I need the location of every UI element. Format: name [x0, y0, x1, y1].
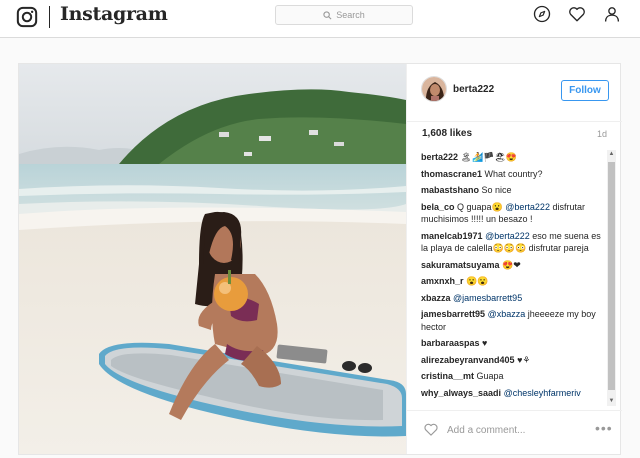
comment-text: 😍❤	[499, 259, 521, 270]
comment-mention-link[interactable]: @berta222	[485, 231, 530, 241]
comment-text: 🏝🏄🏴🏖😍	[458, 152, 518, 162]
comment-item: manelcab1971 @berta222 eso me suena es l…	[421, 230, 603, 255]
top-navigation-bar: Instagram Search	[0, 0, 640, 38]
search-icon	[323, 10, 332, 19]
profile-icon[interactable]	[603, 5, 621, 23]
more-options-icon[interactable]: •••	[595, 421, 615, 437]
post-photo[interactable]	[19, 64, 406, 454]
comment-item: jamesbarrett95 @xbazza jheeeeze my boy h…	[421, 308, 603, 333]
post-header: berta222 Follow	[407, 64, 622, 122]
post-age[interactable]: 1d	[597, 129, 607, 139]
comment-item: sakuramatsuyama 😍❤	[421, 259, 603, 272]
comment-mention-link[interactable]: @jamesbarrett95	[453, 293, 522, 303]
comment-username[interactable]: sakuramatsuyama	[421, 260, 500, 270]
avatar[interactable]	[421, 76, 447, 102]
search-box[interactable]: Search	[275, 5, 413, 25]
comment-text: 😮😮	[463, 276, 489, 286]
comment-username[interactable]: alirezabeyranvand405	[421, 355, 515, 365]
comment-username[interactable]: why_always_saadi	[421, 388, 501, 398]
comment-item: alirezabeyranvand405 ♥⚘	[421, 354, 603, 367]
comment-username[interactable]: manelcab1971	[421, 231, 483, 241]
comment-text: What country?	[482, 168, 543, 179]
comment-username[interactable]: bela_co	[421, 202, 455, 212]
comment-mention-link[interactable]: @chesleyhfarmeriv	[504, 388, 581, 398]
add-comment-input[interactable]	[447, 421, 587, 439]
comment-username[interactable]: thomascrane1	[421, 169, 482, 179]
like-heart-icon[interactable]	[423, 422, 439, 437]
comment-text: ♥	[479, 338, 488, 348]
post-author-username[interactable]: berta222	[453, 84, 494, 95]
comment-text: Q guapa😮	[454, 201, 506, 212]
post-card: berta222 Follow 1,608 likes 1d berta222 …	[18, 63, 622, 455]
comment-item: barbaraaspas ♥	[421, 337, 603, 350]
comment-text: ♥⚘	[514, 354, 531, 365]
scroll-down-arrow-icon[interactable]: ▼	[607, 397, 616, 406]
search-placeholder: Search	[336, 10, 365, 20]
comment-item: amxnxh_r 😮😮	[421, 275, 603, 288]
beach-photo-image	[19, 64, 406, 454]
comment-username[interactable]: jamesbarrett95	[421, 309, 485, 319]
avatar-image	[422, 77, 446, 101]
comment-item: xbazza @jamesbarrett95	[421, 292, 603, 305]
instagram-logo-icon[interactable]	[16, 6, 38, 28]
comment-username[interactable]: cristina__mt	[421, 371, 474, 381]
instagram-wordmark[interactable]: Instagram	[60, 3, 168, 25]
follow-button[interactable]: Follow	[561, 80, 609, 101]
comment-item: thomascrane1 What country?	[421, 168, 603, 181]
comment-username[interactable]: barbaraaspas	[421, 338, 480, 348]
comment-username[interactable]: amxnxh_r	[421, 276, 464, 286]
comment-username[interactable]: mabastshano	[421, 185, 479, 195]
comment-mention-link[interactable]: @berta222	[505, 202, 550, 212]
likes-count[interactable]: 1,608 likes	[422, 128, 472, 139]
comments-list: berta222 🏝🏄🏴🏖😍 thomascrane1 What country?…	[421, 151, 603, 405]
post-footer: •••	[407, 410, 622, 454]
explore-compass-icon[interactable]	[533, 5, 551, 23]
scroll-thumb[interactable]	[608, 162, 615, 390]
post-side-panel: berta222 Follow 1,608 likes 1d berta222 …	[406, 64, 622, 454]
comment-item: why_always_saadi @chesleyhfarmeriv	[421, 387, 603, 400]
heart-activity-icon[interactable]	[568, 5, 586, 23]
comment-item: cristina__mt Guapa	[421, 370, 603, 383]
scroll-up-arrow-icon[interactable]: ▲	[607, 150, 616, 159]
comment-text: So nice	[479, 185, 512, 195]
comment-item: mabastshano So nice	[421, 184, 603, 197]
comments-scrollbar[interactable]: ▲ ▼	[607, 150, 616, 406]
comment-username[interactable]: berta222	[421, 152, 458, 162]
logo-divider	[49, 6, 50, 28]
comment-item: bela_co Q guapa😮 @berta222 disfrutar muc…	[421, 201, 603, 226]
comment-item: berta222 🏝🏄🏴🏖😍	[421, 151, 603, 164]
comment-username[interactable]: xbazza	[421, 293, 451, 303]
comment-mention-link[interactable]: @xbazza	[488, 309, 526, 319]
comment-text: Guapa	[474, 371, 504, 381]
